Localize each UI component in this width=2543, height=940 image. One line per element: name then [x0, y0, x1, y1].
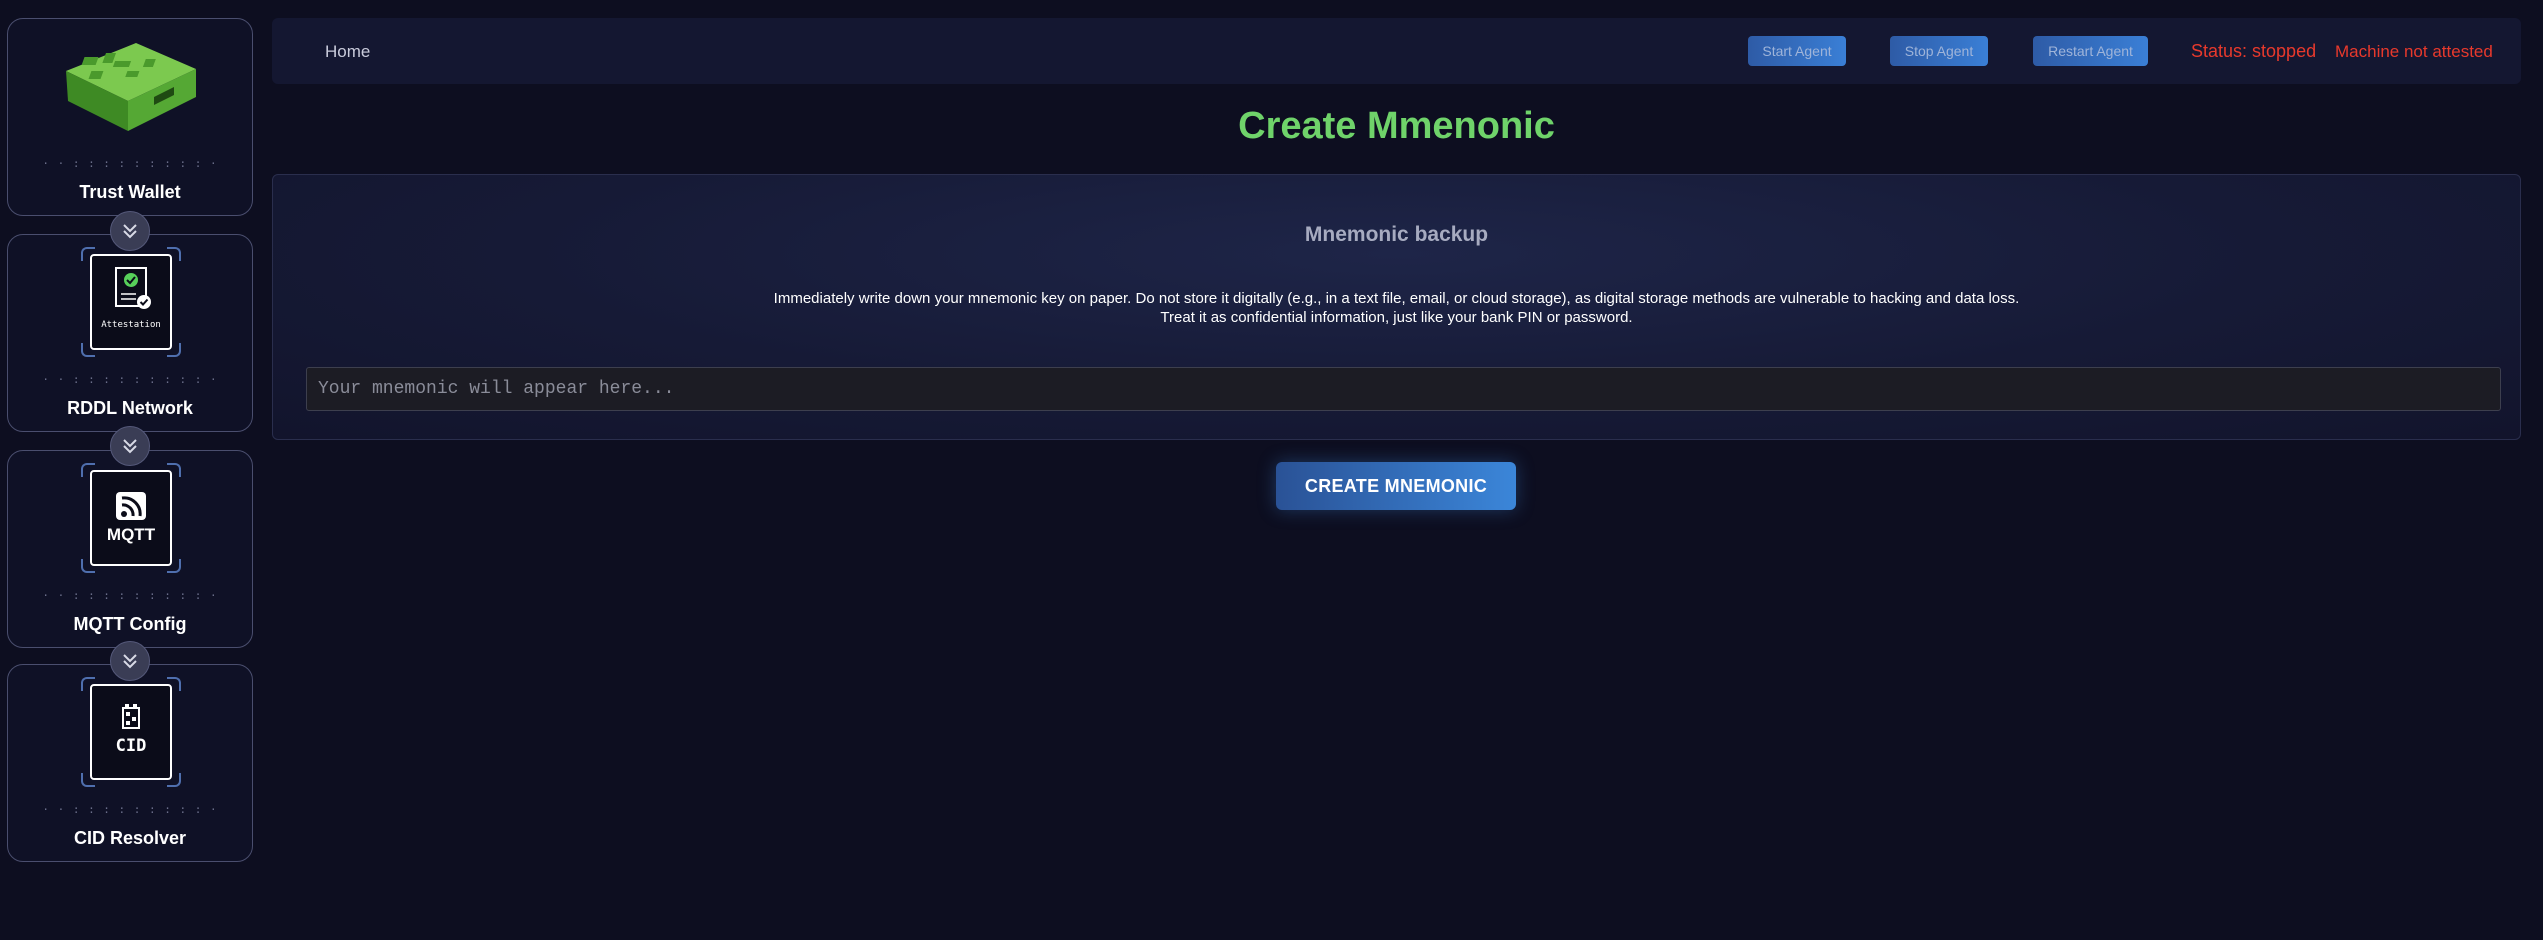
- attestation-icon-frame: Attestation: [81, 247, 181, 357]
- restart-agent-button[interactable]: Restart Agent: [2033, 36, 2148, 66]
- double-chevron-down-icon[interactable]: [110, 426, 150, 466]
- sidebar-item-cid-resolver[interactable]: CID · · : : : : : : : : : · CID Resolver: [7, 664, 253, 862]
- mnemonic-backup-panel: Mnemonic backup Immediately write down y…: [272, 174, 2521, 440]
- create-mnemonic-button[interactable]: CREATE MNEMONIC: [1276, 462, 1516, 510]
- sidebar-item-trust-wallet[interactable]: · · : : : : : : : : : · Trust Wallet: [7, 18, 253, 216]
- cid-icon-frame: CID: [81, 677, 181, 787]
- trust-wallet-device-image: [66, 43, 196, 131]
- mqtt-icon-frame: MQTT: [81, 463, 181, 573]
- agent-status-text: Status: stopped: [2191, 41, 2317, 61]
- start-agent-button[interactable]: Start Agent: [1748, 36, 1846, 66]
- attestation-icon: Attestation: [90, 254, 172, 350]
- backup-warning-text: Immediately write down your mnemonic key…: [273, 289, 2520, 327]
- attestation-status-text: Machine not attested: [2335, 42, 2493, 61]
- warning-line-1: Immediately write down your mnemonic key…: [773, 290, 2020, 307]
- warning-line-2: Treat it as confidential information, ju…: [1160, 309, 1633, 326]
- stop-agent-button[interactable]: Stop Agent: [1890, 36, 1988, 66]
- sidebar-item-dots: · · : : : : : : : : : ·: [42, 803, 218, 816]
- cid-icon: CID: [90, 684, 172, 780]
- sidebar-item-label: Trust Wallet: [79, 182, 181, 202]
- sidebar-item-label: MQTT Config: [73, 614, 187, 634]
- page-title: Create Mmenonic: [1238, 105, 1555, 147]
- sidebar-item-rddl-network[interactable]: Attestation · · : : : : : : : : : · RDDL…: [7, 234, 253, 432]
- sidebar-item-label: CID Resolver: [73, 828, 187, 848]
- sidebar-item-dots: · · : : : : : : : : : ·: [42, 589, 218, 602]
- mqtt-caption: MQTT: [107, 525, 156, 544]
- attestation-caption: Attestation: [101, 320, 161, 330]
- sidebar-item-label: RDDL Network: [67, 398, 193, 418]
- top-navbar: Home Start Agent Stop Agent Restart Agen…: [272, 18, 2521, 84]
- cid-caption: CID: [116, 736, 147, 756]
- sidebar-item-mqtt-config[interactable]: MQTT · · : : : : : : : : : · MQTT Config: [7, 450, 253, 648]
- sidebar-item-dots: · · : : : : : : : : : ·: [42, 157, 218, 170]
- mqtt-icon: MQTT: [90, 470, 172, 566]
- double-chevron-down-icon[interactable]: [110, 641, 150, 681]
- mnemonic-output-field[interactable]: [306, 367, 2501, 411]
- home-link[interactable]: Home: [325, 42, 370, 62]
- panel-heading: Mnemonic backup: [1304, 223, 1489, 246]
- sidebar-item-dots: · · : : : : : : : : : ·: [42, 373, 218, 386]
- double-chevron-down-icon[interactable]: [110, 211, 150, 251]
